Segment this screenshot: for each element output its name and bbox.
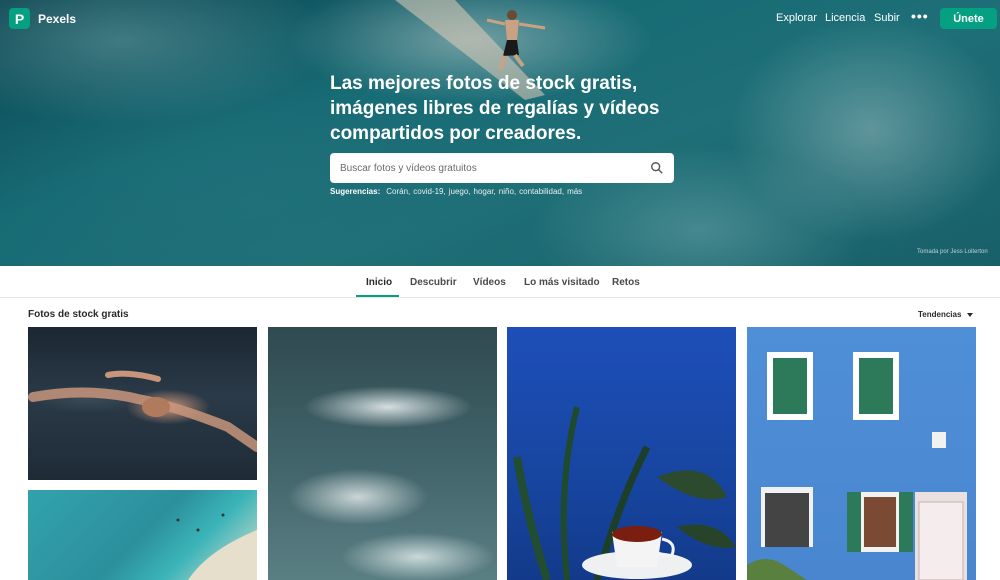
suggestion-link[interactable]: hogar, bbox=[474, 187, 496, 196]
tab-inicio[interactable]: Inicio bbox=[366, 277, 392, 288]
search-icon[interactable] bbox=[650, 161, 664, 175]
coffee-plant-illustration bbox=[513, 406, 736, 580]
hero-banner: P Pexels Explorar Licencia Subir ••• Úne… bbox=[0, 0, 1000, 266]
search-bar[interactable] bbox=[330, 153, 674, 183]
hero-headline: Las mejores fotos de stock gratis, imáge… bbox=[330, 73, 660, 144]
nav-upload-link[interactable]: Subir bbox=[874, 12, 900, 24]
pexels-logo[interactable]: P Pexels bbox=[9, 8, 76, 29]
nav-explore-link[interactable]: Explorar bbox=[776, 12, 817, 24]
search-input[interactable] bbox=[340, 162, 650, 174]
photo-card-waves[interactable] bbox=[268, 327, 497, 580]
photo-card-coffee[interactable] bbox=[507, 327, 736, 580]
top-navigation: P Pexels Explorar Licencia Subir ••• Úne… bbox=[0, 0, 1000, 38]
search-suggestions: Sugerencias: Corán, covid-19, juego, hog… bbox=[330, 187, 582, 196]
pexels-logo-text: Pexels bbox=[38, 11, 77, 26]
active-tab-indicator bbox=[356, 295, 399, 297]
blue-house-illustration bbox=[747, 352, 967, 580]
suggestion-link[interactable]: covid-19, bbox=[413, 187, 445, 196]
photo-card-beach[interactable] bbox=[28, 490, 257, 580]
suggestion-link[interactable]: contabilidad, bbox=[519, 187, 564, 196]
suggestion-link[interactable]: juego, bbox=[449, 187, 471, 196]
swimmer-illustration bbox=[28, 370, 257, 452]
photo-credit[interactable]: Tomada por Jess Loiterton bbox=[917, 249, 988, 255]
suggestions-label: Sugerencias: bbox=[330, 187, 381, 196]
suggestion-link[interactable]: niño, bbox=[499, 187, 516, 196]
suggestion-link[interactable]: Corán, bbox=[386, 187, 410, 196]
photo-card-swimmer[interactable] bbox=[28, 327, 257, 480]
more-menu-button[interactable]: ••• bbox=[911, 8, 929, 24]
pexels-logo-icon: P bbox=[9, 8, 30, 29]
tab-lo-mas-visitado[interactable]: Lo más visitado bbox=[524, 277, 600, 288]
photo-card-blue-house[interactable] bbox=[747, 327, 976, 580]
content-tabs: Inicio Descubrir Vídeos Lo más visitado … bbox=[0, 266, 1000, 298]
nav-license-link[interactable]: Licencia bbox=[825, 12, 865, 24]
tab-descubrir[interactable]: Descubrir bbox=[410, 277, 457, 288]
beach-illustration bbox=[176, 513, 257, 580]
sort-label: Tendencias bbox=[918, 310, 962, 319]
chevron-down-icon bbox=[967, 312, 974, 317]
suggestion-more-link[interactable]: más bbox=[567, 187, 582, 196]
join-button[interactable]: Únete bbox=[940, 8, 997, 29]
section-title: Fotos de stock gratis bbox=[28, 309, 129, 320]
tab-retos[interactable]: Retos bbox=[612, 277, 640, 288]
tab-videos[interactable]: Vídeos bbox=[473, 277, 506, 288]
sort-dropdown[interactable]: Tendencias bbox=[918, 310, 974, 319]
